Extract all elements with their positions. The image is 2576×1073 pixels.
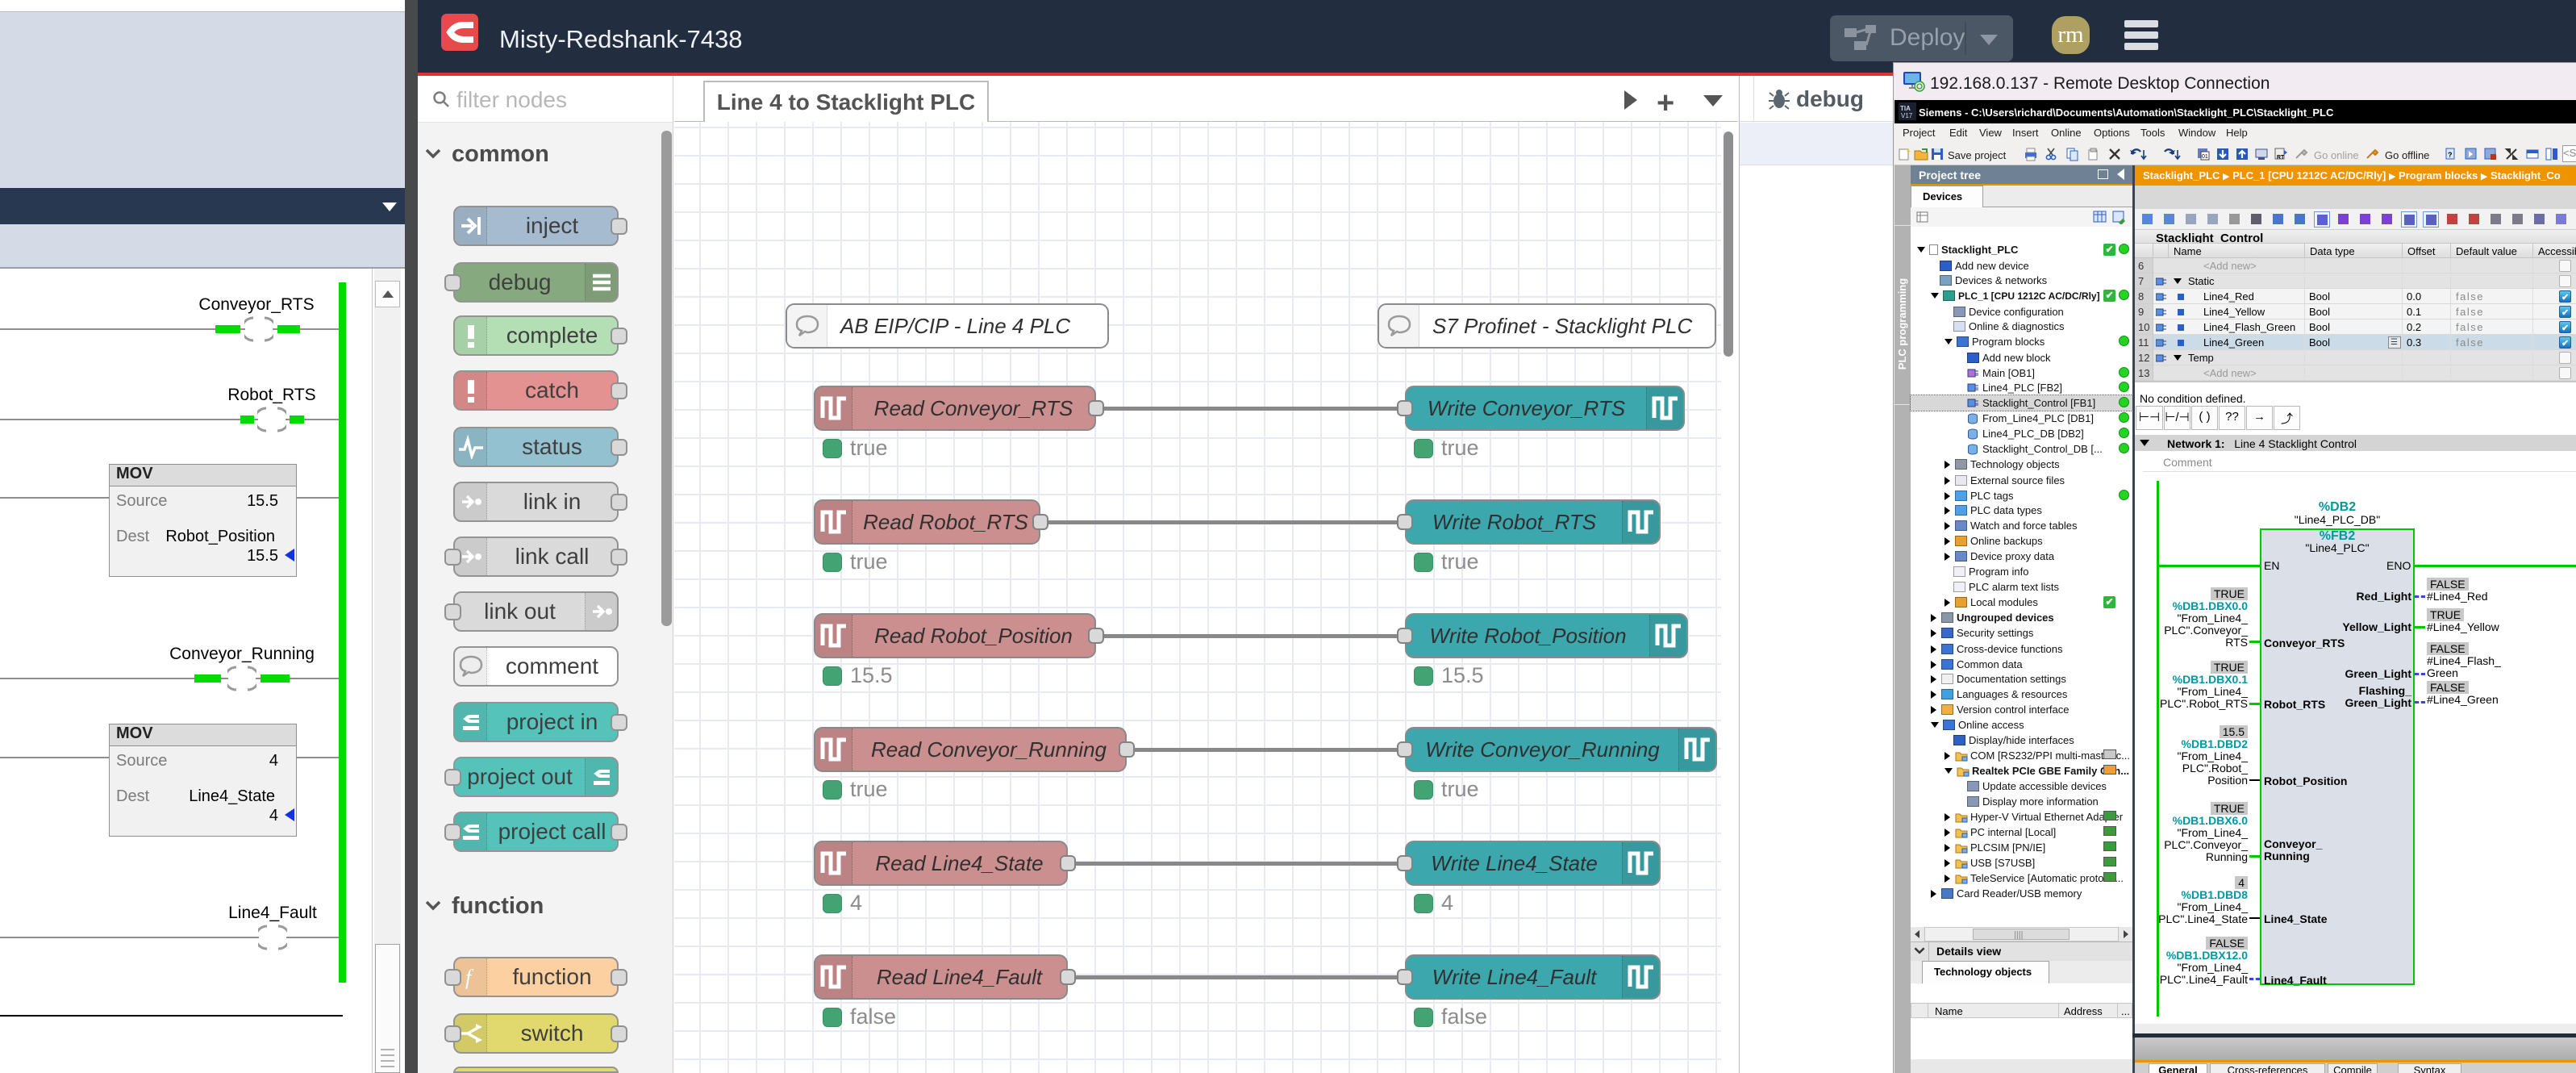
svg-text:V17: V17 [1901,112,1913,119]
svg-text:01: 01 [2202,154,2208,160]
svg-text:TIA: TIA [1900,105,1911,112]
svg-text:?: ? [2448,151,2453,159]
svg-text:RT: RT [2277,155,2285,161]
svg-text:f: f [465,966,474,989]
